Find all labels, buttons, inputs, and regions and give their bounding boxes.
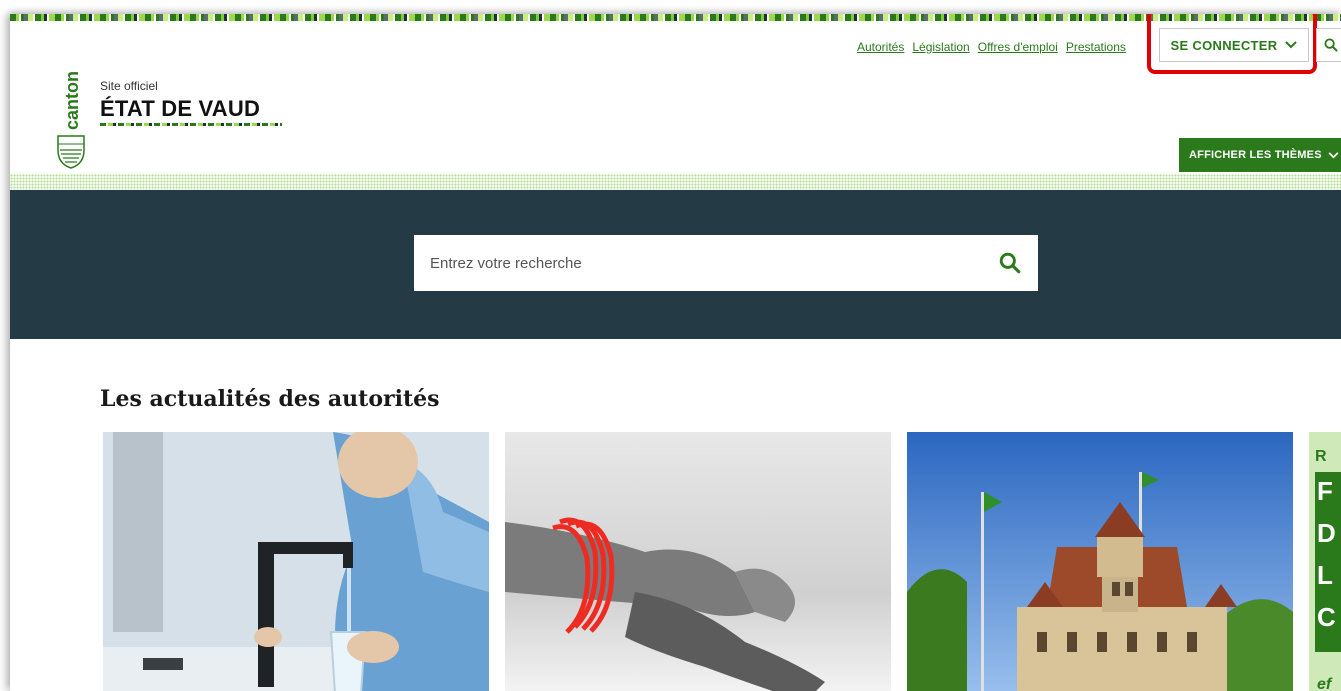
login-button[interactable]: SE CONNECTER: [1159, 28, 1309, 62]
main-search-submit[interactable]: [982, 235, 1038, 291]
main-search-box: [414, 235, 1038, 291]
partial-card-letter-2: D: [1317, 518, 1336, 548]
news-image-wrist: [505, 432, 891, 691]
main-search-input[interactable]: [414, 235, 982, 291]
top-link-autorites[interactable]: Autorités: [857, 40, 904, 54]
brand-stripe: [10, 14, 1341, 21]
search-icon: [999, 252, 1021, 274]
canton-emblem-icon[interactable]: canton de vaud: [56, 14, 86, 170]
site-official-label: Site officiel: [100, 79, 158, 93]
show-themes-button[interactable]: AFFICHER LES THÈMES: [1179, 138, 1341, 172]
partial-card-letter-1: F: [1317, 476, 1333, 506]
top-link-legislation[interactable]: Législation: [912, 40, 969, 54]
browser-viewport: Autorités Législation Offres d'emploi Pr…: [10, 14, 1341, 691]
top-links: Autorités Législation Offres d'emploi Pr…: [857, 40, 1126, 54]
emblem-text: canton de vaud: [62, 72, 82, 130]
partial-card-label: R: [1315, 448, 1327, 465]
search-icon: [1324, 38, 1338, 52]
dotted-divider: [10, 174, 1341, 190]
news-card-partial[interactable]: R F D L C ef: [1309, 432, 1341, 691]
site-title-underline: [100, 123, 282, 126]
partial-card-tail: ef: [1317, 676, 1332, 691]
news-image-castle: [907, 432, 1293, 691]
partial-card-letter-4: C: [1317, 602, 1336, 632]
show-themes-label: AFFICHER LES THÈMES: [1189, 149, 1322, 161]
chevron-down-icon: [1328, 151, 1339, 158]
top-link-prestations[interactable]: Prestations: [1066, 40, 1126, 54]
news-card-water[interactable]: [103, 432, 489, 691]
hero-search-section: [10, 190, 1341, 339]
news-image-water: [103, 432, 489, 691]
chevron-down-icon: [1285, 41, 1298, 49]
news-section-title: Les actualités des autorités: [100, 386, 440, 412]
partial-card-letter-3: L: [1317, 560, 1333, 590]
news-card-wrist[interactable]: [505, 432, 891, 691]
login-label: SE CONNECTER: [1170, 37, 1278, 53]
site-title[interactable]: ÉTAT DE VAUD: [100, 96, 260, 122]
news-card-castle[interactable]: [907, 432, 1293, 691]
top-link-offres-emploi[interactable]: Offres d'emploi: [978, 40, 1058, 54]
header-search-button[interactable]: [1316, 28, 1341, 62]
